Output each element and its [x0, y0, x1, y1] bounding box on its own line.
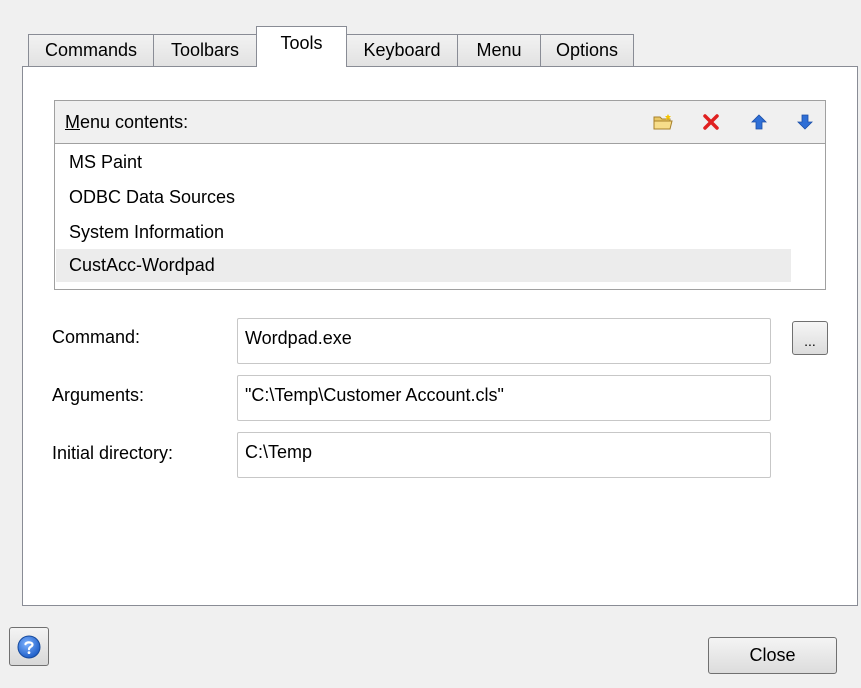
new-folder-icon[interactable] [651, 110, 675, 134]
initial-directory-field[interactable]: C:\Temp [237, 432, 771, 478]
delete-icon[interactable] [699, 110, 723, 134]
customize-dialog: Commands Toolbars Tools Keyboard Menu Op… [0, 0, 861, 688]
list-item-ms-paint[interactable]: MS Paint [56, 146, 791, 179]
list-item-custacc-wordpad[interactable]: CustAcc-Wordpad [56, 249, 791, 282]
move-down-icon[interactable] [793, 110, 817, 134]
arguments-field[interactable]: "C:\Temp\Customer Account.cls" [237, 375, 771, 421]
command-label: Command: [52, 327, 141, 347]
menu-contents-header: Menu contents: [54, 100, 826, 144]
arguments-label: Arguments: [52, 385, 145, 405]
tab-options[interactable]: Options [540, 34, 634, 66]
initial-directory-label: Initial directory: [52, 443, 174, 463]
list-item-odbc-data-sources[interactable]: ODBC Data Sources [56, 181, 791, 214]
tab-tools[interactable]: Tools [256, 26, 347, 67]
help-icon [17, 635, 41, 658]
browse-button[interactable]: ... [792, 321, 828, 355]
command-field[interactable]: Wordpad.exe [237, 318, 771, 364]
tab-menu[interactable]: Menu [457, 34, 541, 66]
tab-toolbars[interactable]: Toolbars [153, 34, 257, 66]
menu-contents-list[interactable]: MS Paint ODBC Data Sources System Inform… [54, 143, 826, 290]
move-up-icon[interactable] [747, 110, 771, 134]
tab-keyboard[interactable]: Keyboard [346, 34, 458, 66]
menu-contents-title: Menu contents: [65, 112, 189, 132]
list-item-system-information[interactable]: System Information [56, 216, 791, 249]
close-button[interactable]: Close [708, 637, 837, 674]
help-button[interactable] [9, 627, 49, 666]
tab-commands[interactable]: Commands [28, 34, 154, 66]
